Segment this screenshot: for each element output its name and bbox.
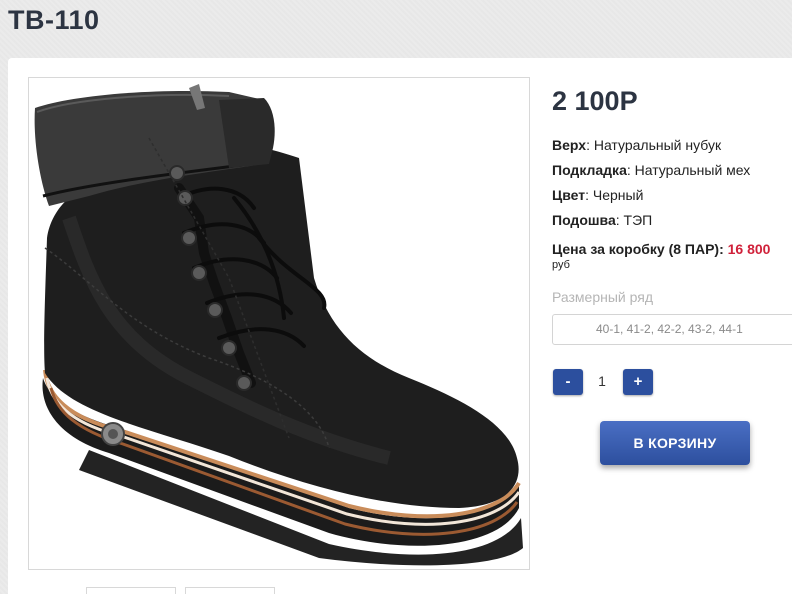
spec-upper: Верх: Натуральный нубук: [552, 137, 721, 153]
spec-value: : Черный: [585, 187, 644, 203]
box-price-currency: руб: [552, 259, 570, 271]
size-row-select[interactable]: 40-1, 41-2, 42-2, 43-2, 44-1: [552, 314, 792, 345]
quantity-minus-button[interactable]: -: [553, 369, 583, 395]
size-row-label: Размерный ряд: [552, 289, 654, 305]
box-price-value: 16 800: [727, 241, 771, 257]
spec-value: : Натуральный мех: [626, 162, 751, 178]
spec-value: : ТЭП: [615, 212, 653, 228]
product-page: ТВ-110 2 100Р Верх: Натуральный нубук По…: [0, 0, 792, 594]
spec-label: Подкладка: [552, 162, 627, 178]
thumbnail-2[interactable]: [185, 587, 275, 594]
spec-label: Верх: [552, 137, 587, 153]
box-price: Цена за коробку (8 ПАР): 16 800: [552, 241, 770, 257]
spec-label: Подошва: [552, 212, 616, 228]
spec-label: Цвет: [552, 187, 586, 203]
boot-image: [34, 84, 523, 566]
spec-lining: Подкладка: Натуральный мех: [552, 162, 750, 178]
product-title: ТВ-110: [8, 5, 100, 35]
add-to-cart-button[interactable]: В КОРЗИНУ: [600, 421, 750, 465]
product-price: 2 100Р: [552, 86, 638, 116]
thumbnail-1[interactable]: [86, 587, 176, 594]
spec-color: Цвет: Черный: [552, 187, 643, 203]
spec-sole: Подошва: ТЭП: [552, 212, 652, 228]
quantity-plus-button[interactable]: +: [623, 369, 653, 395]
product-image[interactable]: [28, 77, 530, 570]
box-price-label: Цена за коробку (8 ПАР):: [552, 241, 724, 257]
quantity-value[interactable]: 1: [591, 373, 613, 389]
spec-value: : Натуральный нубук: [586, 137, 722, 153]
